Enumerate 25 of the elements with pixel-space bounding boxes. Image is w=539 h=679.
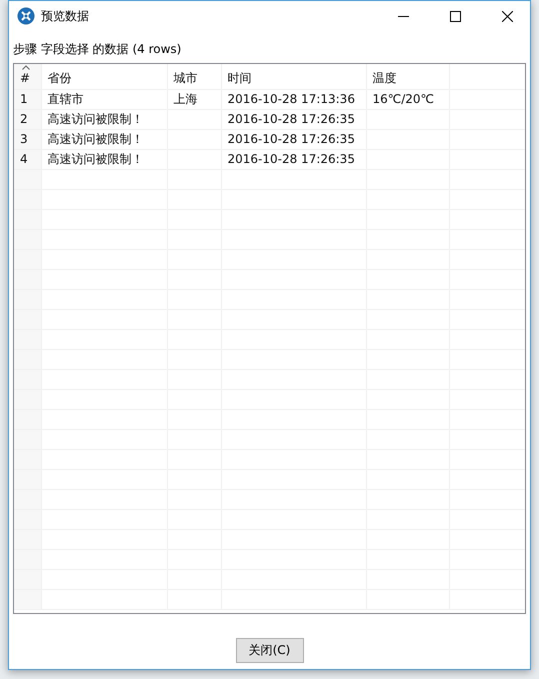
table-cell: 高速访问被限制！ bbox=[48, 130, 144, 148]
column-header[interactable]: 时间 bbox=[228, 70, 252, 87]
close-dialog-button[interactable]: 关闭(C) bbox=[236, 638, 304, 662]
sort-caret-icon[interactable] bbox=[22, 65, 30, 70]
data-caption: 步骤 字段选择 的数据 (4 rows) bbox=[13, 41, 182, 58]
table-cell: 上海 bbox=[174, 90, 198, 108]
table-cell: 2016-10-28 17:26:35 bbox=[228, 112, 355, 126]
column-header[interactable]: 省份 bbox=[48, 70, 72, 87]
table-cell: 2016-10-28 17:26:35 bbox=[228, 132, 355, 146]
table-cell: 高速访问被限制！ bbox=[48, 110, 144, 128]
row-number: 1 bbox=[20, 92, 28, 106]
maximize-icon bbox=[450, 10, 460, 22]
window-title: 预览数据 bbox=[41, 8, 90, 24]
table-cell: 高速访问被限制！ bbox=[48, 150, 144, 168]
table-cell: 2016-10-28 17:13:36 bbox=[228, 92, 355, 106]
column-header[interactable]: 城市 bbox=[174, 70, 198, 87]
table-cell: 直辖市 bbox=[48, 90, 84, 108]
table-cell: 2016-10-28 17:26:35 bbox=[228, 152, 355, 166]
table-cell: 16℃/20℃ bbox=[372, 92, 434, 106]
row-number: 2 bbox=[20, 112, 28, 126]
row-number: 4 bbox=[20, 152, 28, 166]
column-header[interactable]: 温度 bbox=[372, 70, 396, 87]
close-icon bbox=[502, 10, 512, 22]
row-number: 3 bbox=[20, 132, 28, 146]
app-logo-icon bbox=[17, 7, 35, 25]
